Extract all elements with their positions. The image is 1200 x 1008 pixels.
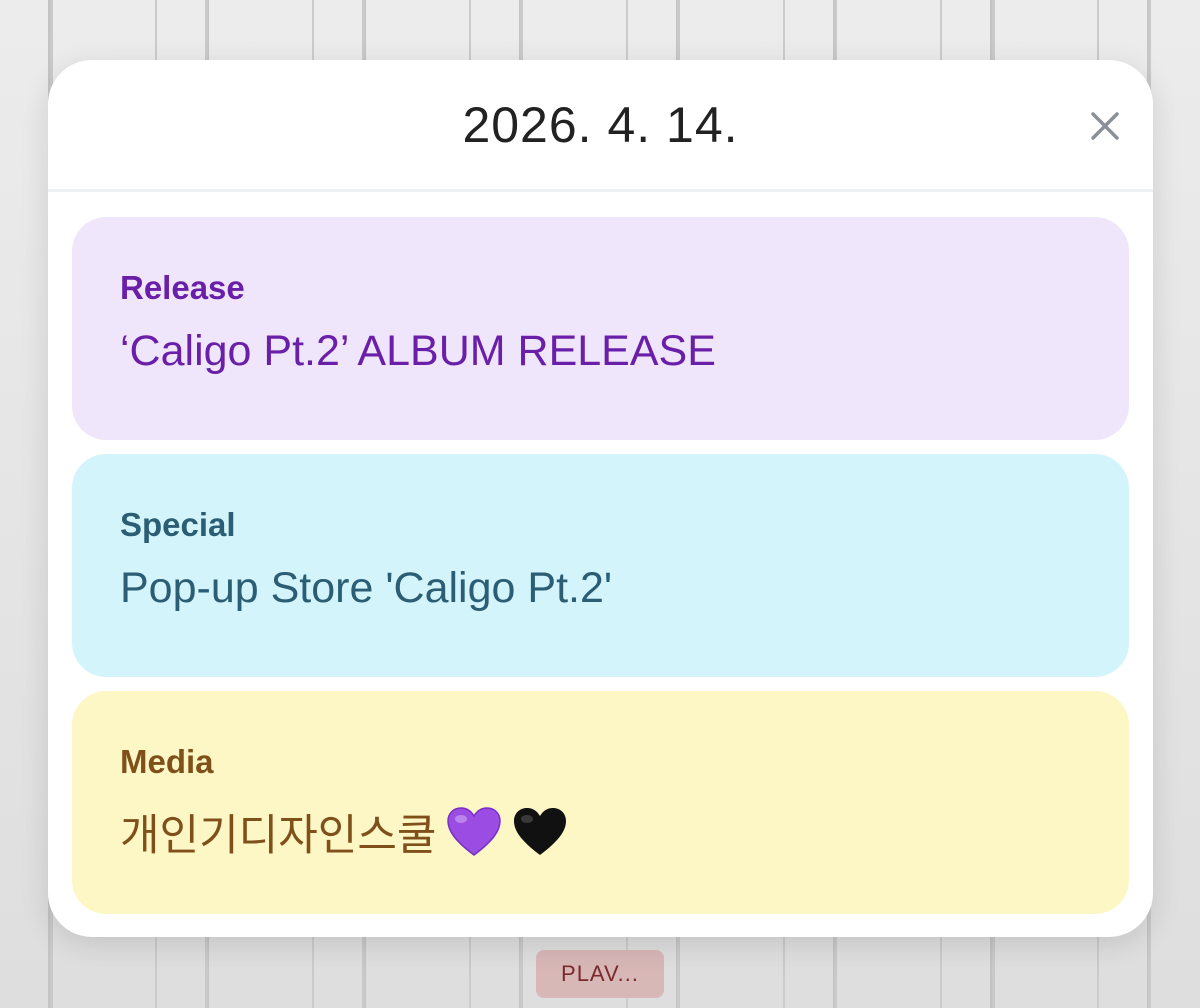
event-title: 개인기디자인스쿨 [120,801,1081,863]
event-card-special[interactable]: Special Pop-up Store 'Caligo Pt.2' [72,454,1129,677]
modal-date-title: 2026. 4. 14. [462,96,739,153]
event-title-text: 개인기디자인스쿨 [120,812,437,860]
close-button[interactable] [1085,106,1125,146]
event-list: Release ‘Caligo Pt.2’ ALBUM RELEASE Spec… [48,192,1153,914]
event-category: Media [120,743,214,780]
event-title-text: ‘Caligo Pt.2’ ALBUM RELEASE [120,327,716,375]
black-heart-icon [514,808,567,855]
purple-heart-icon [447,807,502,856]
close-icon [1091,112,1119,140]
modal-header: 2026. 4. 14. [48,60,1153,192]
calendar-event-tag[interactable]: PLAV... [536,950,664,998]
event-card-media[interactable]: Media 개인기디자인스쿨 [72,691,1129,914]
event-category: Special [120,506,236,543]
event-detail-modal: 2026. 4. 14. Release ‘Caligo Pt.2’ ALBUM… [48,60,1153,937]
event-title-text: Pop-up Store 'Caligo Pt.2' [120,564,613,612]
event-card-release[interactable]: Release ‘Caligo Pt.2’ ALBUM RELEASE [72,217,1129,440]
event-title: Pop-up Store 'Caligo Pt.2' [120,564,1081,613]
event-title: ‘Caligo Pt.2’ ALBUM RELEASE [120,327,1081,376]
event-category: Release [120,269,245,306]
